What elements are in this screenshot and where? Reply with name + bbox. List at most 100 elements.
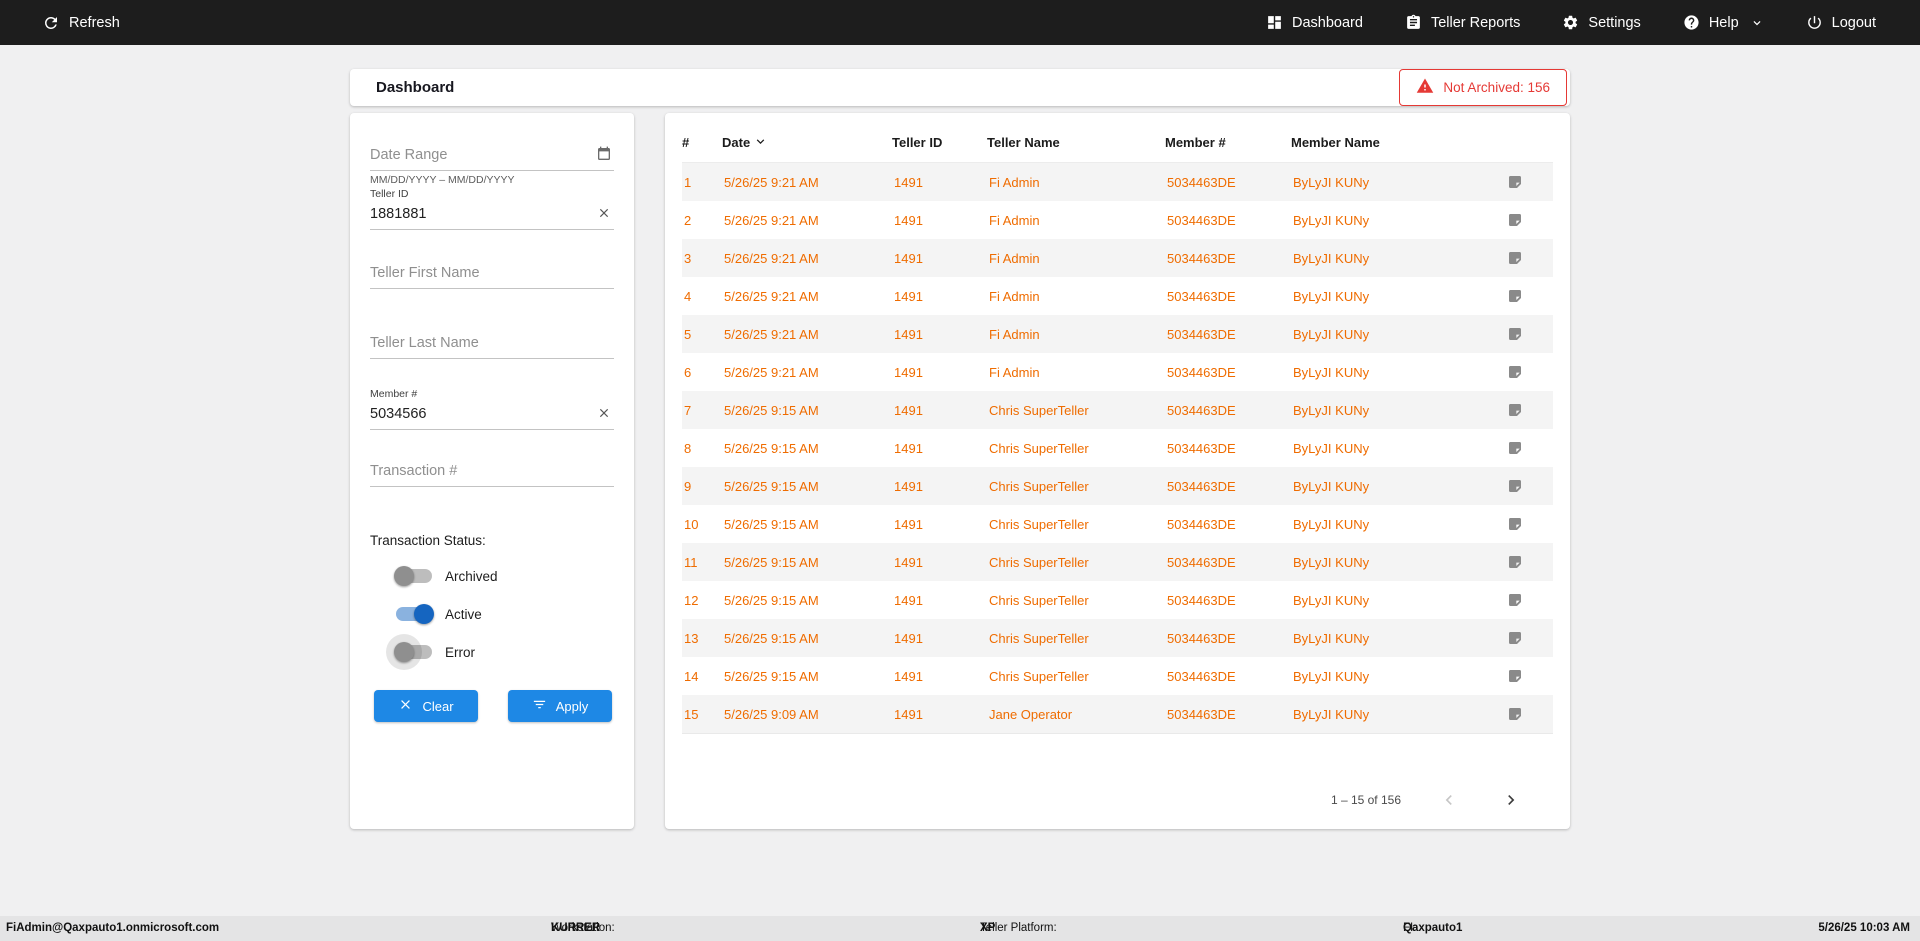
row-date: 5/26/25 9:15 AM bbox=[724, 440, 819, 456]
table-row[interactable]: 15 5/26/25 9:09 AM 1491 Jane Operator 50… bbox=[682, 695, 1553, 733]
platform-info: Teller Platform: XP bbox=[980, 916, 1057, 941]
note-icon[interactable] bbox=[1505, 592, 1553, 608]
row-teller-id: 1491 bbox=[894, 174, 923, 190]
row-member-number: 5034463DE bbox=[1167, 516, 1236, 532]
row-teller-id: 1491 bbox=[894, 554, 923, 570]
clear-button[interactable]: Clear bbox=[374, 690, 478, 722]
row-teller-name: Fi Admin bbox=[989, 174, 1040, 190]
table-row[interactable]: 14 5/26/25 9:15 AM 1491 Chris SuperTelle… bbox=[682, 657, 1553, 695]
note-icon[interactable] bbox=[1505, 440, 1553, 456]
teller-first-name-input[interactable] bbox=[370, 259, 614, 289]
table-row[interactable]: 7 5/26/25 9:15 AM 1491 Chris SuperTeller… bbox=[682, 391, 1553, 429]
row-member-number: 5034463DE bbox=[1167, 630, 1236, 646]
table-row[interactable]: 4 5/26/25 9:21 AM 1491 Fi Admin 5034463D… bbox=[682, 277, 1553, 315]
fi-info: FI: Qaxpauto1 bbox=[1403, 916, 1462, 941]
active-switch[interactable] bbox=[396, 604, 434, 624]
nav-teller-reports[interactable]: Teller Reports bbox=[1405, 14, 1520, 31]
apply-button-label: Apply bbox=[555, 698, 589, 714]
date-range-input[interactable] bbox=[370, 141, 614, 171]
power-icon bbox=[1806, 14, 1823, 31]
row-teller-name: Jane Operator bbox=[989, 706, 1073, 722]
note-icon[interactable] bbox=[1505, 364, 1553, 380]
note-icon[interactable] bbox=[1505, 706, 1553, 722]
table-body: 1 5/26/25 9:21 AM 1491 Fi Admin 5034463D… bbox=[682, 163, 1553, 734]
row-member-number: 5034463DE bbox=[1167, 440, 1236, 456]
table-row[interactable]: 12 5/26/25 9:15 AM 1491 Chris SuperTelle… bbox=[682, 581, 1553, 619]
row-member-name: ByLyJI KUNy bbox=[1293, 554, 1370, 570]
table-row[interactable]: 13 5/26/25 9:15 AM 1491 Chris SuperTelle… bbox=[682, 619, 1553, 657]
refresh-icon bbox=[42, 14, 60, 32]
clear-button-label: Clear bbox=[422, 698, 454, 714]
table-row[interactable]: 1 5/26/25 9:21 AM 1491 Fi Admin 5034463D… bbox=[682, 163, 1553, 201]
nav-dashboard[interactable]: Dashboard bbox=[1266, 14, 1363, 31]
row-member-number: 5034463DE bbox=[1167, 668, 1236, 684]
help-icon bbox=[1683, 14, 1700, 31]
toggle-archived-label: Archived bbox=[445, 568, 498, 584]
row-number: 14 bbox=[684, 668, 699, 684]
col-number: # bbox=[682, 135, 690, 150]
apply-button[interactable]: Apply bbox=[508, 690, 612, 722]
row-teller-name: Chris SuperTeller bbox=[989, 440, 1089, 456]
table-row[interactable]: 9 5/26/25 9:15 AM 1491 Chris SuperTeller… bbox=[682, 467, 1553, 505]
error-switch[interactable] bbox=[394, 642, 432, 662]
teller-id-input[interactable] bbox=[370, 200, 614, 230]
row-member-name: ByLyJI KUNy bbox=[1293, 212, 1370, 228]
member-number-input[interactable] bbox=[370, 400, 614, 430]
row-member-name: ByLyJI KUNy bbox=[1293, 250, 1370, 266]
clear-member-number-icon[interactable] bbox=[594, 403, 614, 423]
teller-last-name-input[interactable] bbox=[370, 329, 614, 359]
toggle-error[interactable]: Error bbox=[394, 640, 614, 664]
row-date: 5/26/25 9:09 AM bbox=[724, 706, 819, 722]
transaction-number-input[interactable] bbox=[370, 457, 614, 487]
nav-logout[interactable]: Logout bbox=[1806, 14, 1876, 31]
note-icon[interactable] bbox=[1505, 668, 1553, 684]
row-teller-name: Chris SuperTeller bbox=[989, 668, 1089, 684]
note-icon[interactable] bbox=[1505, 478, 1553, 494]
not-archived-badge[interactable]: Not Archived: 156 bbox=[1399, 69, 1567, 106]
table-row[interactable]: 8 5/26/25 9:15 AM 1491 Chris SuperTeller… bbox=[682, 429, 1553, 467]
archived-switch[interactable] bbox=[394, 566, 432, 586]
toggle-active[interactable]: Active bbox=[396, 602, 614, 626]
col-member-name: Member Name bbox=[1291, 135, 1380, 150]
refresh-button[interactable]: Refresh bbox=[42, 14, 120, 32]
nav-help[interactable]: Help bbox=[1683, 14, 1764, 31]
row-member-name: ByLyJI KUNy bbox=[1293, 326, 1370, 342]
dashboard-icon bbox=[1266, 14, 1283, 31]
table-row[interactable]: 5 5/26/25 9:21 AM 1491 Fi Admin 5034463D… bbox=[682, 315, 1553, 353]
row-member-number: 5034463DE bbox=[1167, 250, 1236, 266]
note-icon[interactable] bbox=[1505, 288, 1553, 304]
row-teller-id: 1491 bbox=[894, 402, 923, 418]
table-row[interactable]: 3 5/26/25 9:21 AM 1491 Fi Admin 5034463D… bbox=[682, 239, 1553, 277]
note-icon[interactable] bbox=[1505, 554, 1553, 570]
row-date: 5/26/25 9:21 AM bbox=[724, 212, 819, 228]
table-row[interactable]: 6 5/26/25 9:21 AM 1491 Fi Admin 5034463D… bbox=[682, 353, 1553, 391]
col-date[interactable]: Date bbox=[722, 134, 892, 152]
note-icon[interactable] bbox=[1505, 212, 1553, 228]
note-icon[interactable] bbox=[1505, 250, 1553, 266]
row-member-name: ByLyJI KUNy bbox=[1293, 630, 1370, 646]
next-page-icon[interactable] bbox=[1497, 786, 1525, 814]
row-teller-id: 1491 bbox=[894, 478, 923, 494]
table-row[interactable]: 10 5/26/25 9:15 AM 1491 Chris SuperTelle… bbox=[682, 505, 1553, 543]
row-date: 5/26/25 9:21 AM bbox=[724, 364, 819, 380]
toggle-archived[interactable]: Archived bbox=[394, 564, 614, 588]
status-bar: FiAdmin@Qaxpauto1.onmicrosoft.com Workst… bbox=[0, 916, 1920, 941]
row-member-number: 5034463DE bbox=[1167, 706, 1236, 722]
table-row[interactable]: 2 5/26/25 9:21 AM 1491 Fi Admin 5034463D… bbox=[682, 201, 1553, 239]
note-icon[interactable] bbox=[1505, 326, 1553, 342]
clear-teller-id-icon[interactable] bbox=[594, 203, 614, 223]
note-icon[interactable] bbox=[1505, 174, 1553, 190]
row-teller-name: Chris SuperTeller bbox=[989, 592, 1089, 608]
row-date: 5/26/25 9:21 AM bbox=[724, 326, 819, 342]
nav-settings[interactable]: Settings bbox=[1562, 14, 1641, 31]
note-icon[interactable] bbox=[1505, 402, 1553, 418]
calendar-icon[interactable] bbox=[594, 144, 614, 164]
table-row[interactable]: 11 5/26/25 9:15 AM 1491 Chris SuperTelle… bbox=[682, 543, 1553, 581]
prev-page-icon[interactable] bbox=[1435, 786, 1463, 814]
row-member-number: 5034463DE bbox=[1167, 212, 1236, 228]
note-icon[interactable] bbox=[1505, 516, 1553, 532]
note-icon[interactable] bbox=[1505, 630, 1553, 646]
row-number: 4 bbox=[684, 288, 692, 304]
toggle-error-label: Error bbox=[445, 644, 475, 660]
row-date: 5/26/25 9:21 AM bbox=[724, 250, 819, 266]
